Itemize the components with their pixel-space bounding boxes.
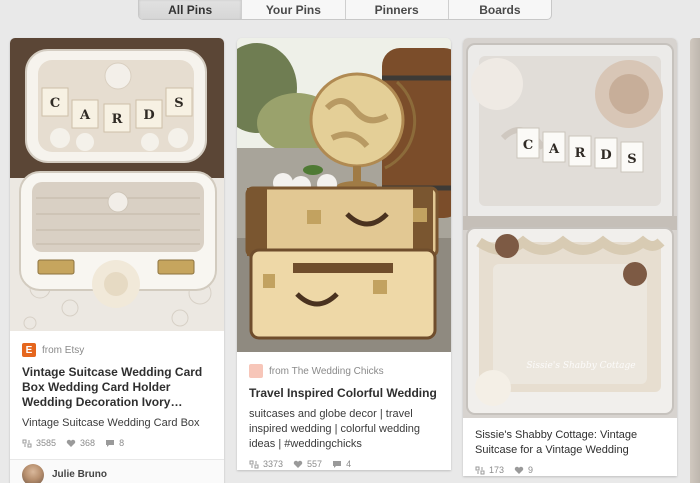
pin-card[interactable]: from The Wedding Chicks Travel Inspired … — [237, 38, 451, 470]
repin-icon — [249, 460, 259, 468]
pin-card[interactable]: C A R D S E from Etsy Vintage Suitcase W… — [10, 38, 224, 483]
avatar[interactable] — [22, 463, 44, 483]
repin-value: 173 — [489, 465, 505, 475]
next-pin-edge[interactable] — [690, 38, 700, 483]
pin-body: E from Etsy Vintage Suitcase Wedding Car… — [10, 339, 224, 449]
pin-body: from The Wedding Chicks Travel Inspired … — [237, 360, 451, 470]
etsy-icon: E — [22, 343, 36, 357]
wedding-chicks-icon — [249, 364, 263, 378]
tab-all-pins[interactable]: All Pins — [139, 0, 243, 19]
comment-value: 4 — [346, 459, 352, 469]
like-value: 557 — [307, 459, 323, 469]
pin-image[interactable]: C A R D S Sissie's Shabby Cottage — [463, 38, 677, 418]
heart-icon — [293, 460, 303, 468]
pin-stats: 3585 368 8 — [22, 437, 212, 449]
comment-icon — [106, 439, 115, 447]
pin-body: Sissie's Shabby Cottage: Vintage Suitcas… — [463, 428, 677, 476]
like-value: 368 — [80, 438, 96, 448]
card-letter: D — [143, 108, 154, 123]
pinner-row[interactable]: Julie Bruno — [10, 459, 224, 483]
pin-card[interactable]: C A R D S Sissie's Shabby Cottage Sissie… — [463, 38, 677, 476]
repin-count: 173 — [475, 465, 504, 475]
card-letter: S — [174, 96, 183, 111]
comment-count: 8 — [105, 438, 124, 448]
heart-icon — [66, 439, 76, 447]
card-letter: D — [600, 148, 611, 163]
repin-value: 3585 — [36, 438, 57, 448]
like-value: 9 — [528, 465, 534, 475]
card-letter: C — [523, 138, 533, 153]
pin-filter-tabs: All Pins Your Pins Pinners Boards — [138, 0, 552, 20]
card-letter: C — [50, 96, 60, 111]
comment-value: 8 — [119, 438, 125, 448]
repin-value: 3373 — [263, 459, 284, 469]
comment-icon — [333, 460, 342, 468]
like-count: 368 — [66, 438, 95, 448]
pin-title[interactable]: Travel Inspired Colorful Wedding — [249, 386, 439, 401]
repin-icon — [475, 466, 485, 474]
pin-description: suitcases and globe decor | travel inspi… — [249, 408, 421, 450]
source-label: from Etsy — [42, 344, 85, 356]
pin-description: Vintage Suitcase Wedding Card Box — [22, 417, 200, 429]
tab-pinners[interactable]: Pinners — [346, 0, 449, 19]
like-count: 557 — [293, 459, 322, 469]
card-letter: R — [112, 112, 123, 127]
like-count: 9 — [514, 465, 533, 475]
pinner-name[interactable]: Julie Bruno — [52, 469, 107, 480]
pin-image[interactable] — [237, 38, 451, 352]
pin-stats: 173 9 — [475, 464, 665, 476]
card-letter: A — [79, 108, 91, 123]
heart-icon — [514, 466, 524, 474]
pin-stats: 3373 557 4 — [249, 458, 439, 470]
image-watermark: Sissie's Shabby Cottage — [526, 361, 635, 371]
tab-your-pins[interactable]: Your Pins — [242, 0, 346, 19]
pin-title[interactable]: Vintage Suitcase Wedding Card Box Weddin… — [22, 365, 212, 410]
repin-count: 3585 — [22, 438, 56, 448]
pin-title[interactable]: Sissie's Shabby Cottage: Vintage Suitcas… — [475, 428, 665, 458]
tab-boards[interactable]: Boards — [449, 0, 551, 19]
card-letter: A — [548, 142, 560, 157]
pin-source[interactable]: from The Wedding Chicks — [249, 360, 439, 382]
comment-count: 4 — [332, 459, 351, 469]
card-letter: R — [575, 146, 586, 161]
pin-image[interactable]: C A R D S — [10, 38, 224, 331]
source-label: from The Wedding Chicks — [269, 365, 384, 377]
pin-source[interactable]: E from Etsy — [22, 339, 212, 361]
card-letter: S — [627, 152, 636, 167]
repin-count: 3373 — [249, 459, 283, 469]
repin-icon — [22, 439, 32, 447]
